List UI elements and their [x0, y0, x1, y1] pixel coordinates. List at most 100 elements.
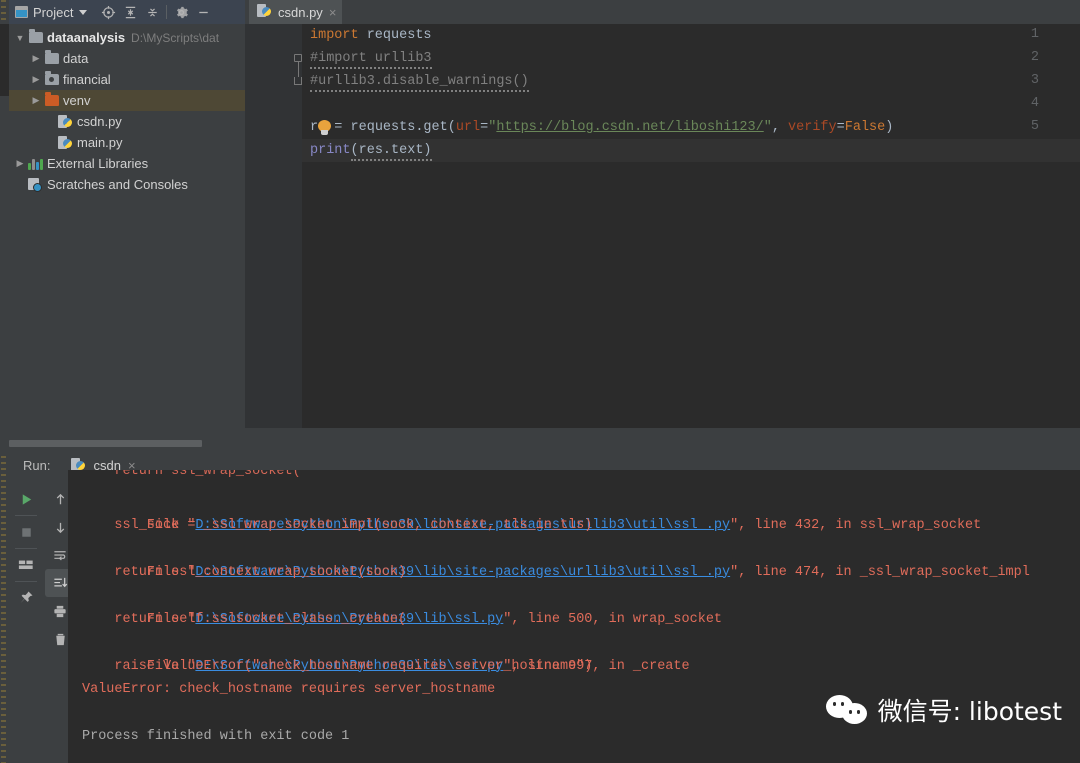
left-tool-strip [0, 0, 9, 763]
editor-tab-bar: csdn.py × [245, 0, 1080, 24]
tree-item-label: Scratches and Consoles [47, 177, 188, 192]
strip-block-top [0, 24, 9, 96]
folder-orange-icon [43, 92, 60, 106]
code-text: (res.text) [350, 143, 432, 161]
pin-icon[interactable] [11, 584, 41, 612]
chevron-right-icon[interactable]: ▶ [29, 53, 43, 64]
python-file-icon [57, 114, 74, 129]
run-icon[interactable] [11, 485, 41, 513]
tree-item-external-libraries[interactable]: ▶ External Libraries [9, 153, 245, 174]
watermark: 微信号: libotest [825, 692, 1062, 728]
chevron-right-icon[interactable]: ▶ [29, 95, 43, 106]
code-comment: #import urllib3 [310, 51, 432, 69]
code-line-6: print(res.text) [310, 139, 432, 162]
project-tree[interactable]: ▼ dataanalysis D:\MyScripts\dat ▶ data ▶… [9, 27, 245, 437]
tree-item-label: External Libraries [47, 156, 149, 171]
code-string-quote: " [763, 120, 772, 135]
code-text: requests [358, 28, 432, 43]
stop-icon[interactable] [11, 518, 41, 546]
toolbar-divider [15, 548, 37, 549]
tree-item-label: csdn.py [77, 114, 122, 129]
code-url[interactable]: https://blog.csdn.net/liboshi123/ [496, 120, 763, 135]
code-text: s = requests.get( [318, 120, 456, 135]
console-line-code: return self.sslsocket_class._create( [82, 612, 407, 627]
external-libraries-icon [27, 158, 44, 170]
project-horizontal-scrollbar[interactable] [9, 439, 245, 448]
python-file-icon [257, 3, 272, 21]
code-function: print [310, 143, 351, 158]
scratches-icon [27, 177, 44, 192]
console-text: ", line 500, in wrap_socket [503, 611, 723, 627]
fold-line [297, 62, 299, 77]
collapse-all-icon[interactable] [119, 0, 141, 24]
code-named-arg: url [455, 120, 481, 135]
fold-marker-end-icon[interactable] [294, 77, 302, 85]
tree-item-label: venv [63, 93, 91, 108]
folder-icon [43, 50, 60, 64]
tree-item-dataanalysis[interactable]: ▼ dataanalysis D:\MyScripts\dat [9, 27, 245, 48]
run-toolbar [9, 479, 77, 763]
toolbar-divider [15, 515, 37, 516]
expand-all-icon[interactable] [141, 0, 163, 24]
tree-item-label: data [63, 51, 89, 66]
code-keyword: import [310, 28, 359, 43]
restart-icon[interactable] [11, 551, 41, 579]
project-dropdown-label: Project [33, 4, 74, 20]
scrollbar-thumb[interactable] [9, 440, 202, 447]
chevron-right-icon[interactable]: ▶ [13, 158, 27, 169]
code-line-2: #import urllib3 [310, 47, 432, 70]
code-line-3: #urllib3.disable_warnings() [310, 70, 529, 93]
tree-item-label: main.py [77, 135, 123, 150]
chevron-down-icon[interactable]: ▼ [13, 33, 27, 43]
pycharm-window: Project ▼ dataanalysis D:\MyScripts\dat … [0, 0, 1080, 763]
console-line-clipped: return ssl_wrap_socket( [82, 470, 301, 479]
code-comment: #urllib3.disable_warnings() [310, 74, 529, 92]
console-text: ", line 432, in ssl_wrap_socket [730, 517, 982, 533]
code-text: ) [885, 120, 894, 135]
console-text: ", line 474, in _ssl_wrap_socket_impl [730, 564, 1030, 580]
tree-item-label: financial [63, 72, 111, 87]
intention-lightbulb-icon[interactable] [317, 120, 332, 135]
settings-gear-icon[interactable] [170, 0, 192, 24]
tree-item-label: dataanalysis [47, 30, 126, 45]
run-label: Run: [23, 458, 51, 473]
tree-item-path: D:\MyScripts\dat [131, 30, 220, 45]
tree-item-csdn-py[interactable]: csdn.py [9, 111, 245, 132]
project-dropdown-button[interactable]: Project [9, 0, 91, 24]
folder-icon [27, 29, 44, 43]
toolbar-divider [15, 581, 37, 582]
tree-item-financial[interactable]: ▶ financial [9, 69, 245, 90]
close-icon[interactable]: × [329, 6, 337, 19]
tree-item-venv[interactable]: ▶ venv [9, 90, 245, 111]
project-window-icon [15, 6, 28, 18]
fold-marker-start-icon[interactable] [294, 54, 302, 62]
code-text: , [771, 120, 789, 135]
wechat-icon [825, 695, 870, 725]
console-line-exit: Process finished with exit code 1 [82, 729, 350, 744]
console-line-exception: ValueError: check_hostname requires serv… [82, 682, 496, 697]
run-toolbar-left-column [9, 479, 43, 763]
code-keyword: False [844, 120, 886, 135]
chevron-right-icon[interactable]: ▶ [29, 74, 43, 85]
code-editor[interactable]: 1 2 3 4 5 6 import requests #import urll… [245, 24, 1080, 428]
console-line-code: ssl_sock = _ssl_wrap_socket_impl(sock, c… [82, 518, 593, 533]
tree-item-scratches-and-consoles[interactable]: Scratches and Consoles [9, 174, 245, 195]
chevron-down-icon [79, 9, 88, 15]
watermark-text: 微信号: libotest [877, 697, 1062, 726]
strip-block-mid [0, 96, 9, 452]
code-named-arg: verify [788, 120, 837, 135]
fold-column[interactable] [294, 24, 302, 428]
console-line-code: raise ValueError("check_hostname require… [82, 659, 593, 674]
python-file-icon [57, 135, 74, 150]
toolbar-divider [166, 5, 168, 19]
code-line-1: import requests [310, 24, 432, 47]
locate-icon[interactable] [97, 0, 119, 24]
console-line-code: return ssl_context.wrap_socket(sock) [82, 565, 407, 580]
editor-tab-csdn-py[interactable]: csdn.py × [249, 0, 343, 24]
tree-item-main-py[interactable]: main.py [9, 132, 245, 153]
code-area[interactable]: import requests #import urllib3 #urllib3… [302, 24, 1080, 428]
project-toolbar: Project [9, 0, 245, 24]
hide-icon[interactable] [192, 0, 214, 24]
source-folder-icon [43, 71, 60, 85]
tree-item-data[interactable]: ▶ data [9, 48, 245, 69]
